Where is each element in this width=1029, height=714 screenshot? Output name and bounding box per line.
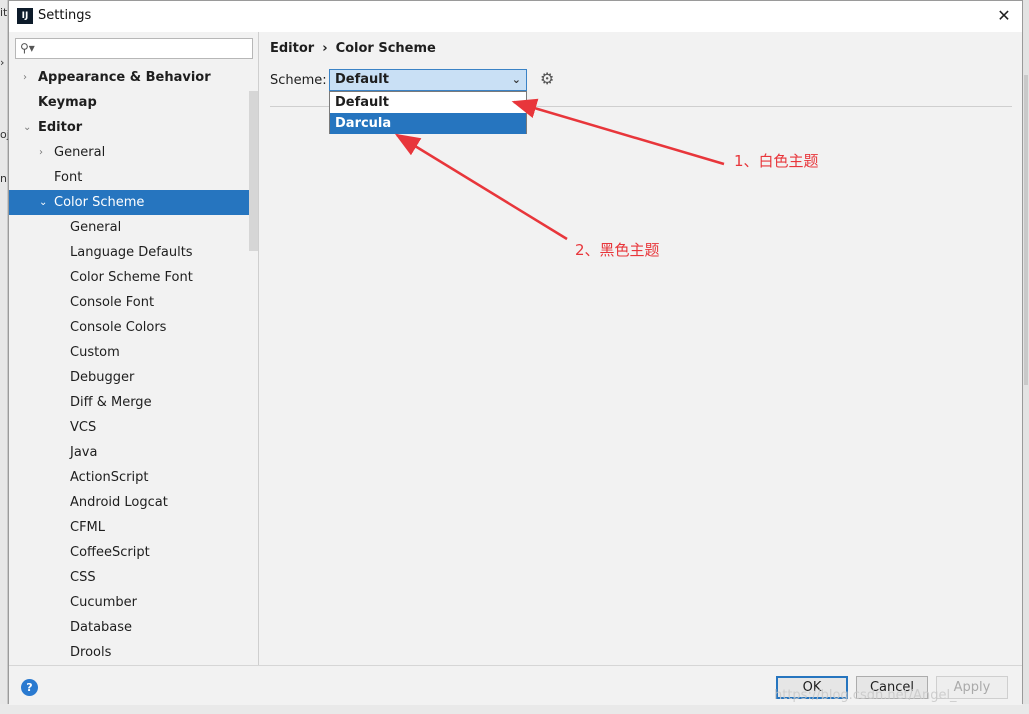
arrow-to-darcula [394,133,568,241]
background-status-strip [0,704,1029,714]
background-scrollbar-thumb [1024,75,1028,385]
annotation-white-theme: 1、白色主题 [734,152,819,170]
arrow-to-default [511,98,725,166]
settings-dialog: IJ Settings ✕ ⚲▾ › Appearance & Behavior K… [8,0,1023,705]
watermark: https://blog.csdn.net/Angel_ [774,688,957,703]
help-icon[interactable]: ? [21,679,38,696]
annotation-arrows [394,98,725,241]
annotation-dark-theme: 2、黑色主题 [575,241,660,259]
background-window-edge: it › oj n [0,0,10,714]
